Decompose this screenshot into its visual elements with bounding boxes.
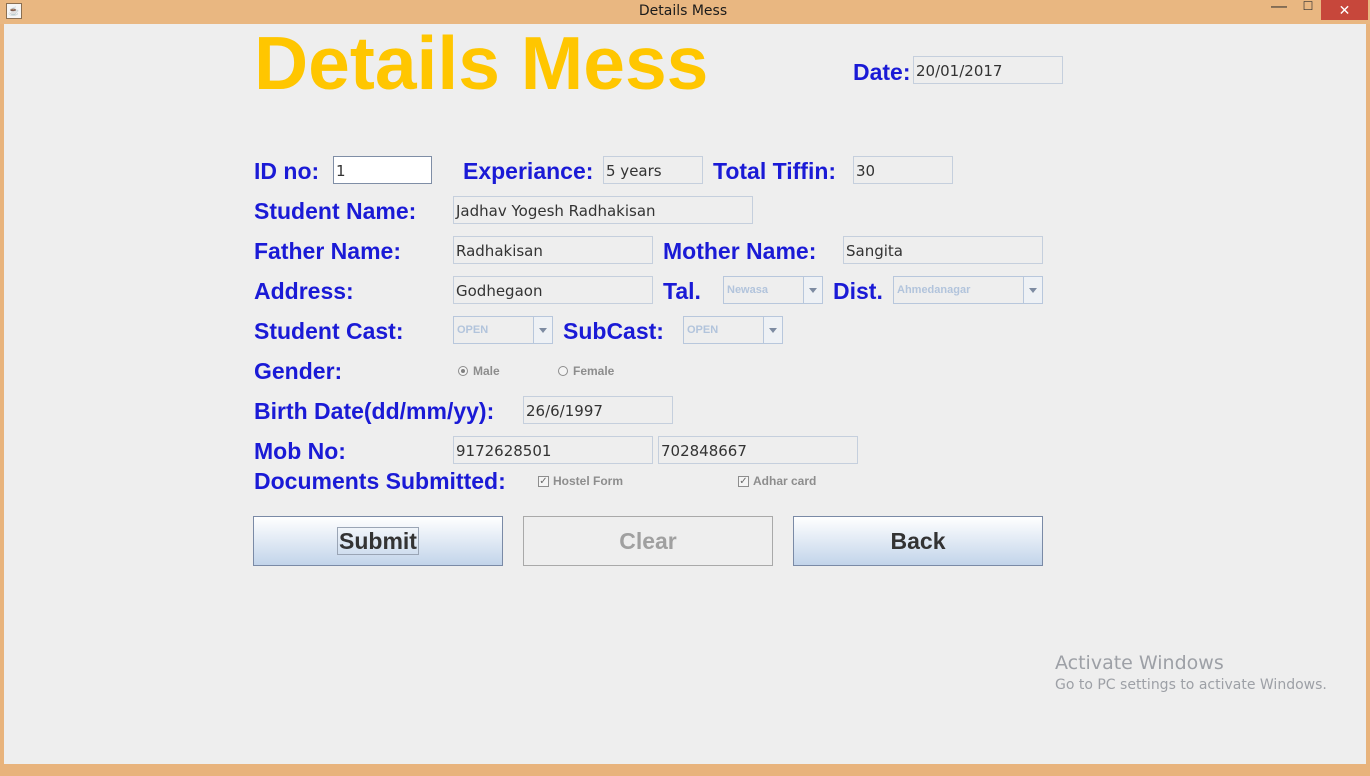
female-radio-label[interactable]: Female — [573, 364, 614, 378]
experience-field[interactable]: 5 years — [603, 156, 703, 184]
tal-dropdown-button[interactable] — [803, 277, 822, 303]
adhar-card-label[interactable]: Adhar card — [753, 474, 816, 488]
gender-label: Gender: — [254, 358, 343, 384]
chevron-down-icon — [1029, 288, 1037, 293]
student-cast-combo-value: OPEN — [457, 324, 489, 336]
maximize-button[interactable]: ☐ — [1295, 0, 1321, 19]
subcast-dropdown-button[interactable] — [763, 317, 782, 343]
minimize-button[interactable]: — — [1265, 0, 1293, 18]
hostel-form-checkbox[interactable]: ✓ — [538, 476, 549, 487]
mob-no-label: Mob No: — [254, 438, 346, 464]
birth-date-field[interactable]: 26/6/1997 — [523, 396, 673, 424]
page-heading: Details Mess — [254, 21, 709, 105]
experience-label: Experiance: — [463, 158, 594, 184]
address-label: Address: — [254, 278, 354, 304]
back-button[interactable]: Back — [793, 516, 1043, 566]
check-icon: ✓ — [739, 476, 748, 487]
chevron-down-icon — [769, 328, 777, 333]
radio-selected-dot — [461, 369, 465, 373]
female-radio[interactable] — [558, 366, 568, 376]
total-tiffin-label: Total Tiffin: — [713, 158, 837, 184]
dist-label: Dist. — [833, 278, 883, 304]
documents-label: Documents Submitted: — [254, 468, 506, 494]
tal-combo-value: Newasa — [727, 284, 768, 296]
tal-combo[interactable]: Newasa — [723, 276, 823, 304]
male-radio-label[interactable]: Male — [473, 364, 500, 378]
mob-no-field-1[interactable]: 9172628501 — [453, 436, 653, 464]
student-cast-combo[interactable]: OPEN — [453, 316, 553, 344]
father-name-label: Father Name: — [254, 238, 401, 264]
subcast-label: SubCast: — [563, 318, 664, 344]
address-field[interactable]: Godhegaon — [453, 276, 653, 304]
adhar-card-checkbox[interactable]: ✓ — [738, 476, 749, 487]
submit-button[interactable]: Submit — [253, 516, 503, 566]
submit-button-label: Submit — [337, 527, 419, 555]
subcast-combo[interactable]: OPEN — [683, 316, 783, 344]
dist-combo[interactable]: Ahmedanagar — [893, 276, 1043, 304]
window-title: Details Mess — [638, 3, 728, 19]
mob-no-field-2[interactable]: 702848667 — [658, 436, 858, 464]
date-label: Date: — [853, 59, 911, 85]
male-radio[interactable] — [458, 366, 468, 376]
mother-name-field[interactable]: Sangita — [843, 236, 1043, 264]
mother-name-label: Mother Name: — [663, 238, 817, 264]
tal-label: Tal. — [663, 278, 701, 304]
total-tiffin-field[interactable]: 30 — [853, 156, 953, 184]
father-name-field[interactable]: Radhakisan — [453, 236, 653, 264]
clear-button[interactable]: Clear — [523, 516, 773, 566]
chevron-down-icon — [809, 288, 817, 293]
birth-date-label: Birth Date(dd/mm/yy): — [254, 398, 495, 424]
activate-windows-subtitle: Go to PC settings to activate Windows. — [1055, 677, 1327, 693]
chevron-down-icon — [539, 328, 547, 333]
id-no-field[interactable]: 1 — [333, 156, 432, 184]
check-icon: ✓ — [539, 476, 548, 487]
id-no-label: ID no: — [254, 158, 320, 184]
date-field[interactable]: 20/01/2017 — [913, 56, 1063, 84]
subcast-combo-value: OPEN — [687, 324, 719, 336]
activate-windows-title: Activate Windows — [1055, 652, 1224, 674]
hostel-form-label[interactable]: Hostel Form — [553, 474, 623, 488]
close-button[interactable]: ✕ — [1321, 0, 1368, 20]
dist-combo-value: Ahmedanagar — [897, 284, 971, 296]
student-cast-dropdown-button[interactable] — [533, 317, 552, 343]
student-name-field[interactable]: Jadhav Yogesh Radhakisan — [453, 196, 753, 224]
student-cast-label: Student Cast: — [254, 318, 404, 344]
dist-dropdown-button[interactable] — [1023, 277, 1042, 303]
student-name-label: Student Name: — [254, 198, 417, 224]
